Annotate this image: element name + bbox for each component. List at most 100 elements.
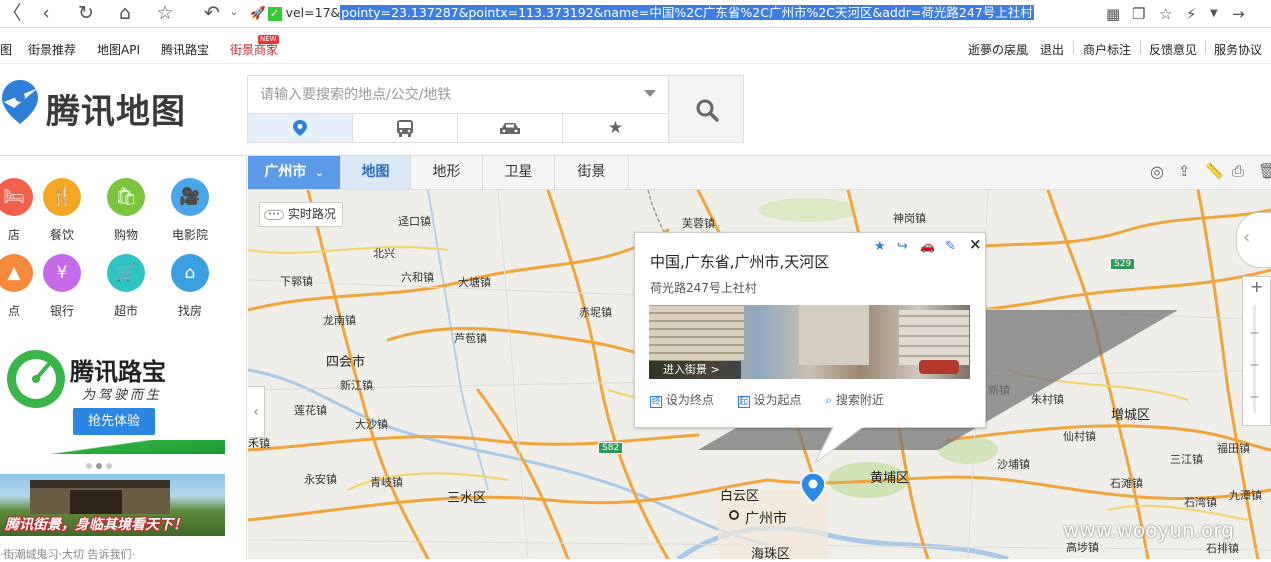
zoom-in-icon[interactable]: + (1250, 277, 1263, 296)
place-label: 石排镇 (1206, 542, 1239, 555)
ruler-icon[interactable]: 📏 (1205, 162, 1224, 180)
chevron-down-icon[interactable]: ⌄ (222, 2, 246, 24)
mode-drive[interactable] (458, 114, 563, 142)
rocket-icon: 🚀 (250, 5, 266, 20)
nav-link-0[interactable]: 图 (0, 41, 12, 58)
star-icon[interactable]: ☆ (153, 2, 177, 24)
streetview-banner-text: 腾讯街景，身临其境看天下！ (5, 517, 187, 533)
mode-favorite[interactable]: ★ (563, 114, 668, 142)
search-nearby-link[interactable]: 搜索附近 (836, 393, 884, 407)
popup-share-icon[interactable]: ↪ (897, 239, 908, 254)
search-nearby-icon: ⌕ (825, 393, 833, 407)
place-label-city: 四会市 (326, 355, 366, 370)
lubao-title: 腾讯路宝 (70, 358, 166, 386)
map-canvas[interactable]: S29 S82 迳口镇 芙蓉镇 神岗镇 北兴 六和镇 下郭镇 大塘镇 龙南镇 赤… (248, 190, 1271, 559)
trash-icon[interactable]: 🗑 (1258, 162, 1271, 180)
place-label: 石滩镇 (1110, 477, 1143, 490)
favorite-icon[interactable]: ☆ (1159, 4, 1172, 24)
share-icon[interactable]: ⇪ (1178, 162, 1191, 180)
left-panel: 🛏 店 🍴 餐饮 🛍 购物 🎥 电影院 ▲ 点 ¥ 银行 🛒 超市 ⌂ 找房 腾讯路宝 为驾驶而生 抢先体验 … (0, 155, 247, 561)
city-selector[interactable]: 广州市 ⌄ (248, 156, 341, 189)
place-label: 龙南镇 (323, 314, 356, 327)
tab-streetview[interactable]: 街景 (555, 156, 629, 189)
nav-link-map-api[interactable]: 地图API (97, 41, 140, 58)
search-dropdown-icon[interactable] (644, 90, 656, 97)
undo-icon[interactable]: ↶ (200, 2, 224, 24)
location-pin-icon[interactable] (800, 472, 826, 504)
bolt-icon[interactable]: ⚡ (1186, 4, 1197, 24)
popup-car-icon[interactable]: 🚗 (920, 239, 935, 253)
logo[interactable]: 腾讯地图 (0, 70, 230, 136)
feedback-link[interactable]: 反馈意见 (1149, 41, 1197, 58)
watermark: www.wooyun.org (1063, 518, 1234, 542)
dropdown-icon[interactable]: ▼ (1210, 4, 1218, 24)
back-icon[interactable]: ‹ (34, 2, 58, 24)
category-icon: ▲ (0, 254, 33, 292)
search-button[interactable] (668, 76, 743, 142)
home-icon[interactable]: ⌂ (113, 2, 137, 24)
mode-bus[interactable] (353, 114, 458, 142)
search-icon (696, 99, 719, 122)
place-label: 大沙镇 (355, 418, 388, 431)
streetview-banner[interactable]: 腾讯街景，身临其境看天下！ (0, 474, 225, 536)
category-icon: 🍴 (43, 178, 81, 216)
carousel-dot[interactable] (106, 463, 112, 469)
tab-satellite[interactable]: 卫星 (483, 156, 555, 189)
carousel-dot[interactable] (86, 463, 92, 469)
locate-icon[interactable]: ◎ (1150, 162, 1164, 181)
category-icon: ¥ (43, 254, 81, 292)
popup-actions: 终 设为终点 起 设为起点 ⌕ 搜索附近 (650, 391, 884, 408)
nav-link-streetview-recommend[interactable]: 街景推荐 (28, 41, 76, 58)
category-label: 购物 (113, 228, 138, 242)
place-label: 新江镇 (340, 379, 373, 392)
pan-left-icon[interactable]: ‹ (1243, 227, 1250, 248)
popup-edit-icon[interactable]: ✎ (945, 239, 956, 254)
tab-terrain[interactable]: 地形 (411, 156, 483, 189)
go-arrow-icon[interactable]: → (1232, 4, 1245, 24)
pan-control[interactable]: ‹ (1236, 212, 1271, 268)
popup-tail (814, 425, 865, 464)
category-item[interactable]: 🛒 超市 (94, 254, 158, 319)
category-item[interactable]: ⌂ 找房 (158, 254, 222, 319)
search-input[interactable]: 请输入要搜索的地点/公交/地铁 (248, 76, 668, 114)
mode-location[interactable] (248, 114, 353, 142)
enter-streetview-button[interactable]: 进入街景 > (649, 361, 741, 379)
place-label-district: 白云区 (720, 489, 760, 504)
place-label-district: 三水区 (447, 491, 487, 506)
popup-star-icon[interactable]: ★ (874, 239, 886, 254)
qr-icon[interactable]: ▦ (1106, 4, 1120, 24)
location-popup: 中国,广东省,广州市,天河区 ★ ↪ 🚗 ✎ × 荷光路247号上社村 进入街景… (634, 232, 986, 428)
page-icon[interactable]: ❐ (1132, 4, 1145, 24)
set-destination-link[interactable]: 设为终点 (666, 393, 714, 407)
place-label: 北兴 (373, 247, 395, 260)
username-link[interactable]: 逝夢の扆風 (968, 41, 1028, 58)
streetview-thumbnail[interactable]: 进入街景 > (649, 305, 970, 379)
category-icon: 🛒 (107, 254, 145, 292)
set-origin-link[interactable]: 设为起点 (754, 393, 802, 407)
place-label: 莲花镇 (294, 404, 327, 417)
try-now-button[interactable]: 抢先体验 (73, 408, 155, 435)
footer-snippet: ·街潮城鬼习·大切 告诉我们· (0, 548, 135, 561)
category-item[interactable]: 🎥 电影院 (158, 178, 222, 243)
tab-map[interactable]: 地图 (341, 156, 411, 189)
category-item[interactable]: ¥ 银行 (30, 254, 94, 319)
place-label: 石湾镇 (1184, 496, 1217, 509)
reload-icon[interactable]: ↻ (74, 2, 98, 24)
building-image (899, 310, 969, 365)
traffic-button[interactable]: ••• 实时路况 (259, 202, 343, 227)
zoom-control: + ‒ ‒ ‒ (1242, 276, 1271, 426)
carousel-dot-active[interactable] (96, 463, 102, 469)
collapse-panel-icon[interactable]: ‹ (248, 386, 265, 438)
print-icon[interactable]: ⎙ (1232, 162, 1244, 180)
close-icon[interactable]: × (969, 235, 982, 253)
url-field[interactable]: 🚀 ✓ vel=17&pointy=23.137287&pointx=113.373… (250, 3, 1110, 25)
category-item[interactable]: 🛍 购物 (94, 178, 158, 243)
merchant-mark-link[interactable]: 商户标注 (1083, 41, 1131, 58)
category-item[interactable]: 🍴 餐饮 (30, 178, 94, 243)
back-edge-icon[interactable]: 〈 (0, 2, 24, 24)
terms-link[interactable]: 服务协议 (1214, 41, 1262, 58)
place-label-district: 海珠区 (751, 547, 791, 559)
logout-link[interactable]: 退出 (1040, 41, 1064, 58)
traffic-toggle-icon: ••• (264, 209, 284, 220)
nav-link-lubao[interactable]: 腾讯路宝 (161, 41, 209, 58)
